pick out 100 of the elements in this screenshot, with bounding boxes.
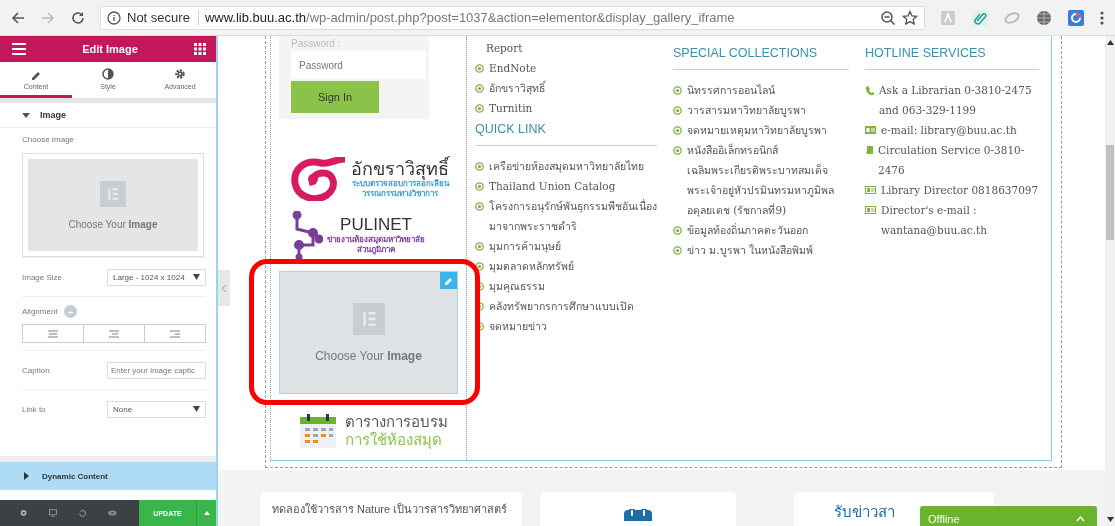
link[interactable]: วารสารมหาวิทยาลัยบูรพา [687, 100, 806, 120]
info-icon[interactable] [107, 10, 121, 25]
gear-icon [174, 67, 186, 80]
link[interactable]: Turnitin [489, 98, 533, 118]
more-icon[interactable] [1099, 9, 1105, 26]
caret-down-icon [193, 274, 200, 280]
link[interactable]: อักขราวิสุทธิ์ [489, 78, 545, 98]
bullet-icon [475, 104, 484, 113]
monitor-icon[interactable] [49, 508, 58, 518]
contact-card-icon [865, 186, 876, 194]
image-chooser[interactable]: Choose Your Image [22, 153, 204, 257]
column-heading: HOTLINE SERVICES [865, 46, 1039, 70]
align-center-icon [109, 329, 119, 338]
history-icon[interactable] [79, 508, 87, 518]
list-text: Director's e-mail : wantana@buu.ac.th [881, 203, 989, 238]
scroll-down-icon[interactable] [1106, 517, 1114, 522]
link[interactable]: โครงการอนุรักษ์พันธุกรรมพืชอันเนื่องมาจากพระราชดำริ [489, 196, 657, 236]
paperclip-icon[interactable] [971, 8, 989, 27]
link[interactable]: EndNote [489, 58, 537, 78]
password-field[interactable]: Password [291, 51, 426, 79]
logo-subtitle: ส่วนภูมิภาค [357, 245, 395, 255]
select-field[interactable]: None [107, 400, 206, 418]
globe-icon[interactable] [1035, 8, 1053, 27]
extension-icon[interactable] [1067, 8, 1085, 27]
card-title: รับข่าวสา [834, 502, 895, 522]
field-label: Alignment [22, 307, 58, 316]
link[interactable]: มุมคุณธรรม [489, 276, 545, 296]
link[interactable]: คลังทรัพยากรการศึกษาแบบเปิด [489, 296, 634, 316]
list-text: e-mail: library@buu.ac.th [881, 123, 1017, 138]
bullet-icon [475, 202, 484, 211]
menu-icon[interactable] [12, 43, 26, 55]
link[interactable]: หนังสืออิเล็กทรอนิกส์เฉลิมพระเกียรติพระบาทสมเด็จพระเจ้าอยู่หัวปรมินทรมหาภูมิพลอดุลยเดช (รัชกาลที่9) [687, 140, 849, 220]
panel-title: Edit Image [82, 43, 138, 55]
list-text: Circulation Service 0-3810-2476 [878, 143, 1026, 178]
url-text[interactable]: www.lib.buu.ac.th/wp-admin/post.php?post=1037&action=elementor&display_gallery_iframe [204, 10, 735, 25]
security-label[interactable]: Not secure [127, 10, 199, 25]
field-label: Caption [22, 365, 50, 375]
chooser-prompt: Choose Your Image [68, 218, 158, 230]
eye-icon[interactable] [108, 509, 117, 517]
zoom-out-icon[interactable] [880, 9, 896, 26]
elementor-icon [100, 180, 126, 207]
bullet-icon [475, 262, 484, 271]
select-field[interactable]: Large - 1024 x 1024 [107, 268, 206, 286]
align-left-icon [48, 329, 58, 338]
link[interactable]: ข้อมูลท้องถิ่นภาคตะวันออก [687, 220, 808, 240]
link[interactable]: นิทรรศการออนไลน์ [687, 80, 775, 100]
link[interactable]: จดหมายเหตุมหาวิทยาลัยบูรพา [687, 120, 827, 140]
link[interactable]: จดหมายข่าว [489, 316, 547, 336]
caption-field[interactable]: Enter your image captic [107, 361, 206, 379]
link[interactable]: มุมการค้ามนุษย์ [489, 236, 561, 256]
field-label: Image Size [22, 272, 63, 282]
logo[interactable]: ตารางการอบรม การใช้ห้องสมุด [299, 413, 458, 449]
reload-icon[interactable] [70, 9, 86, 26]
image-placeholder[interactable]: Choose Your Image [279, 271, 458, 394]
back-icon[interactable] [10, 9, 26, 26]
bullet-icon [475, 182, 484, 191]
card-title: ทดลองใช้วารสาร Nature เป็นวารสารวิทยาศาสตร์ [272, 501, 508, 517]
forward-icon[interactable] [40, 9, 56, 26]
chevron-left-icon [222, 284, 226, 292]
field-label: Link to [22, 404, 46, 414]
contact-card-icon [865, 206, 876, 214]
chevron-up-icon [1076, 516, 1085, 522]
elementor-icon [352, 302, 385, 335]
link[interactable]: Thailand Union Catalog [489, 176, 616, 196]
scrollbar[interactable] [1105, 36, 1115, 526]
contrast-icon [102, 67, 114, 80]
scrollbar-thumb[interactable] [1106, 145, 1114, 240]
logo-title: ตารางการอบรม [345, 413, 448, 431]
logo-subtitle: วรรณกรรมทางวิชาการ [362, 189, 438, 199]
phone-icon [865, 86, 874, 95]
bullet-icon [673, 126, 682, 135]
calendar-icon [624, 509, 652, 521]
star-icon[interactable] [902, 9, 918, 26]
bullet-icon [673, 86, 682, 95]
network-icon [291, 211, 323, 259]
book-icon [865, 146, 873, 155]
link[interactable]: เครือข่ายห้องสมุดมหาวิทยาลัยไทย [489, 156, 644, 176]
section-header[interactable]: Dynamic Content [0, 456, 216, 490]
column-heading: SPECIAL COLLECTIONS [673, 46, 849, 70]
grid-icon[interactable] [194, 43, 206, 55]
address-bar[interactable]: Not secure www.lib.buu.ac.th/wp-admin/post.php?post=1037&action=elementor&display_gallery_iframe [100, 5, 925, 30]
sign-in-button[interactable]: Sign In [291, 81, 379, 113]
caret-up-icon [203, 511, 210, 515]
collapse-handle[interactable] [218, 270, 230, 306]
link[interactable]: ข่าว ม.บูรพา ในหนังสือพิมพ์ [687, 240, 813, 260]
image-prompt: Choose Your Image [315, 348, 422, 363]
logo[interactable]: PULINET ข่ายงานห้องสมุดมหาวิทยาลัย ส่วนภูมิภาค [291, 211, 458, 259]
bullet-icon [475, 162, 484, 171]
logo[interactable]: อักขราวิสุทธิ์ ระบบตรวจสอบการลอกเลียน วรรณกรรมทางวิชาการ [291, 151, 458, 207]
edit-button[interactable] [440, 272, 457, 289]
section-header[interactable]: Image [0, 103, 216, 128]
link[interactable]: มุมตลาดหลักทรัพย์ [489, 256, 574, 276]
pencil-icon [444, 276, 453, 285]
logo-subtitle: การใช้ห้องสมุด [345, 431, 442, 449]
options-button[interactable] [196, 500, 216, 526]
scroll-up-icon[interactable] [1106, 40, 1114, 45]
settings-icon[interactable] [20, 508, 28, 518]
field-label: Password : [291, 38, 342, 49]
bullet-icon [475, 64, 484, 73]
swirl-icon [291, 157, 347, 201]
